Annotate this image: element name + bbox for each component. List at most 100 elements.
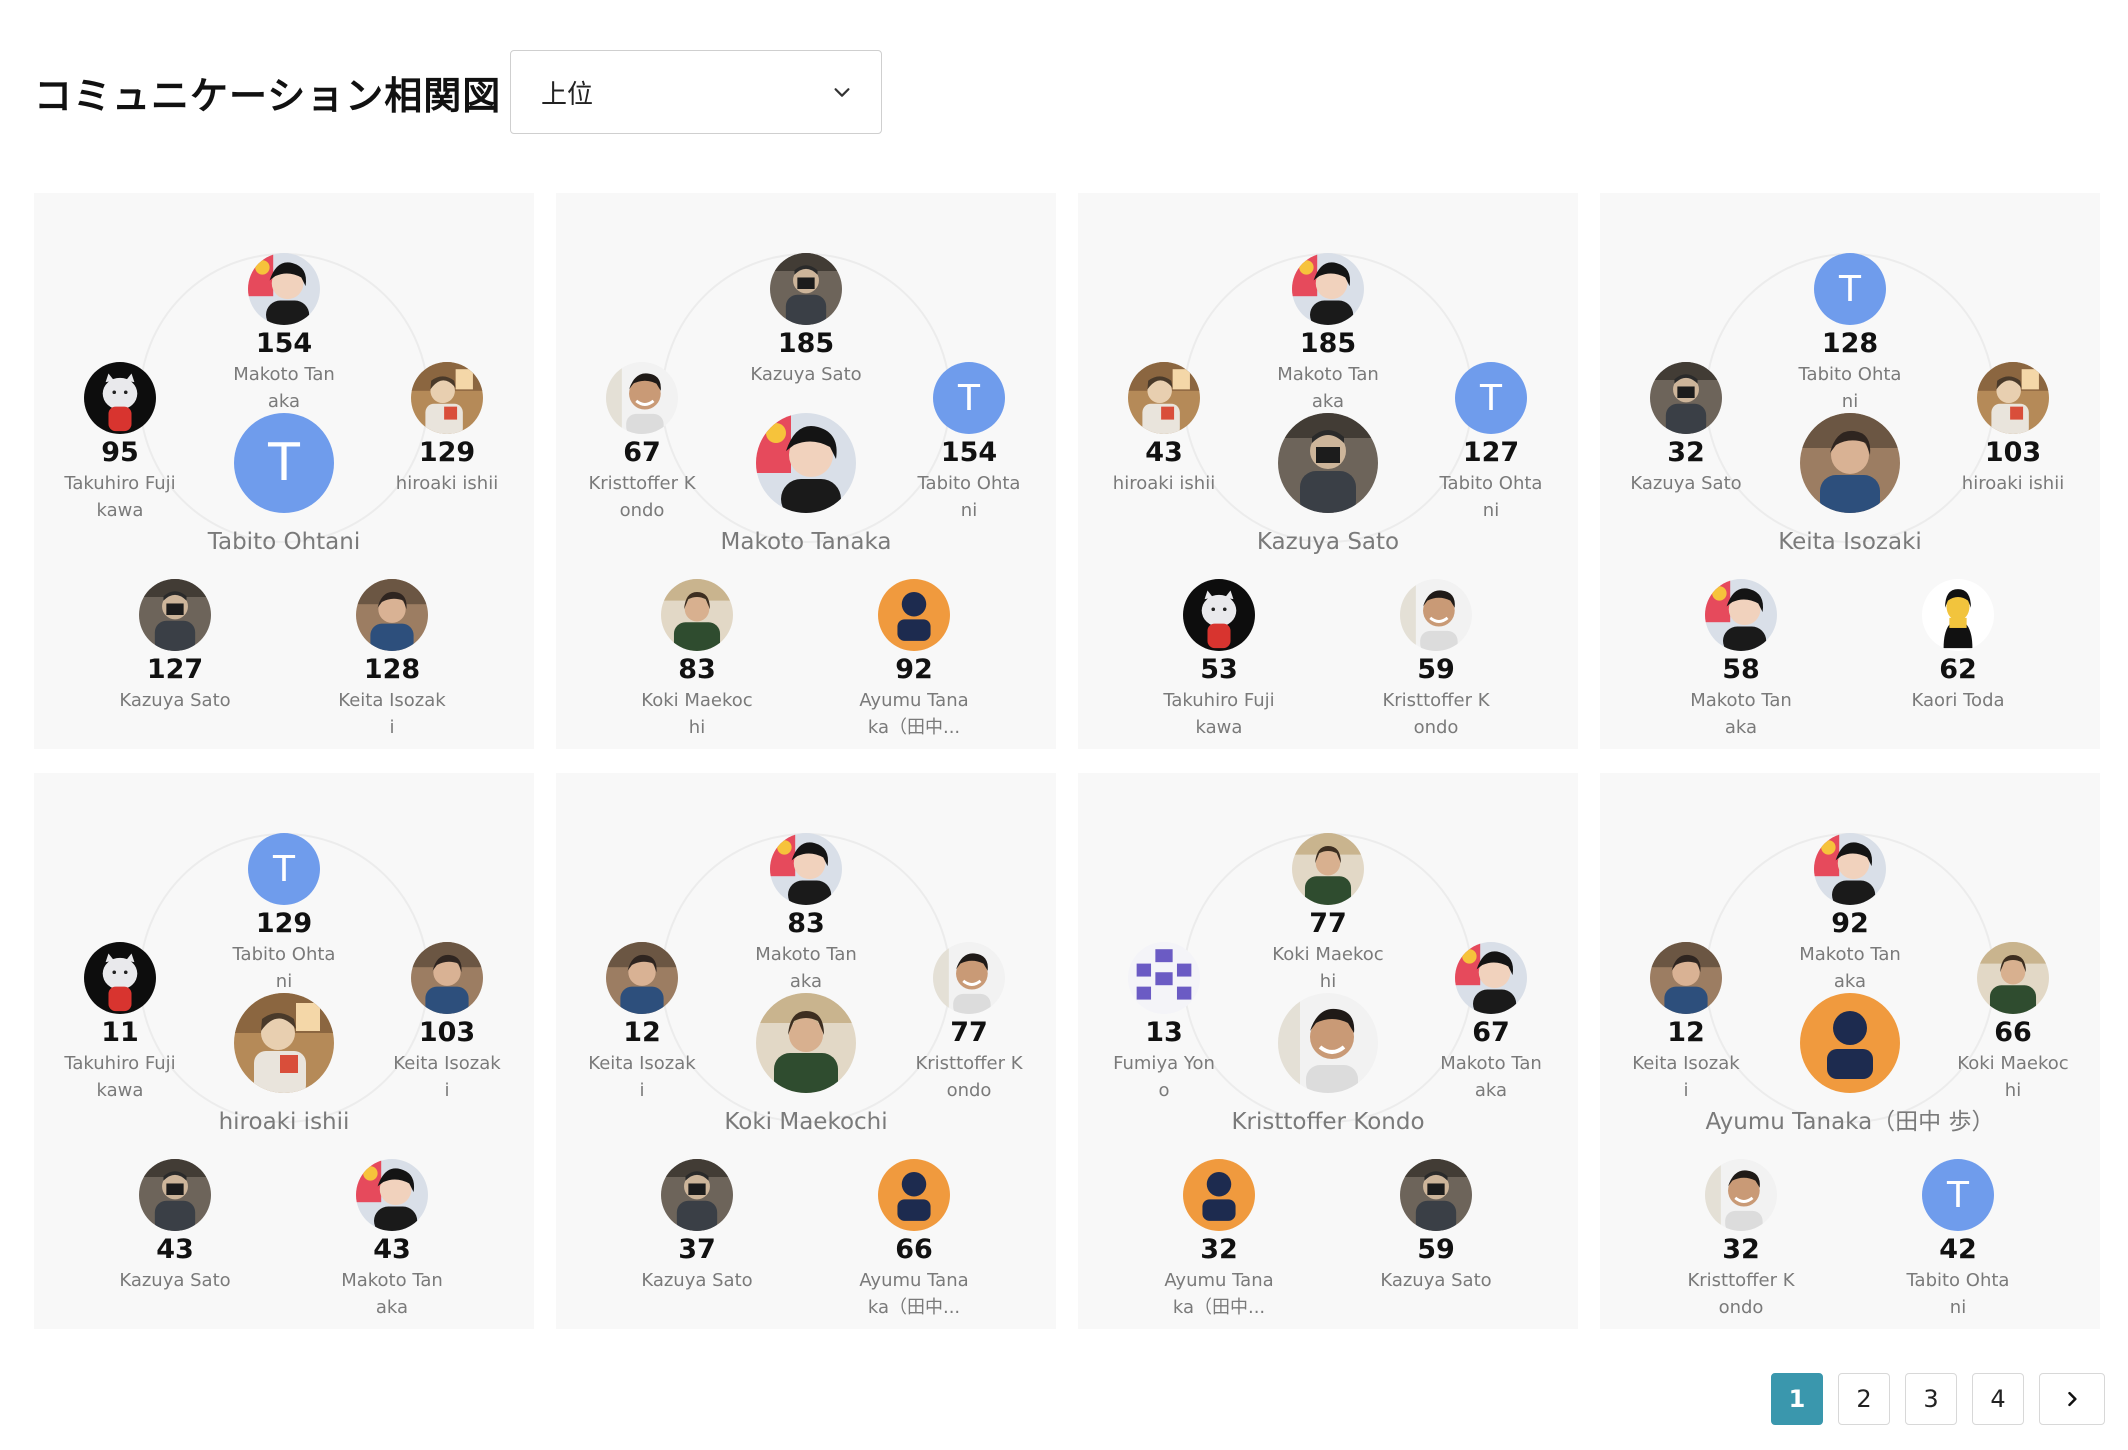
related-user-avatar[interactable]: T xyxy=(1455,362,1527,434)
correlation-card[interactable]: Koki Maekochi 83 Makoto Tanaka 77 Kristtoffe… xyxy=(556,773,1056,1329)
related-user-avatar[interactable] xyxy=(356,579,428,651)
related-user-node[interactable]: 127 Kazuya Sato xyxy=(115,579,235,714)
related-user-avatar[interactable] xyxy=(661,1159,733,1231)
related-user-node[interactable]: 43 Makoto Tanaka xyxy=(332,1159,452,1321)
page-button[interactable]: 3 xyxy=(1905,1373,1957,1425)
related-user-node[interactable]: 13 Fumiya Yono xyxy=(1104,942,1224,1104)
correlation-card[interactable]: Makoto Tanaka 185 Kazuya Sato T 154 Tabito Oh… xyxy=(556,193,1056,749)
related-user-avatar[interactable] xyxy=(1455,942,1527,1014)
related-user-avatar[interactable] xyxy=(411,942,483,1014)
related-user-avatar[interactable] xyxy=(1128,942,1200,1014)
center-avatar[interactable] xyxy=(234,993,334,1093)
correlation-card[interactable]: Keita Isozaki T 128 Tabito Ohtani 103 hiroaki… xyxy=(1600,193,2100,749)
related-user-node[interactable]: 32 Kristtoffer Kondo xyxy=(1681,1159,1801,1321)
correlation-card[interactable]: hiroaki ishii T 129 Tabito Ohtani 103 Keita I… xyxy=(34,773,534,1329)
related-user-avatar[interactable]: T xyxy=(1814,253,1886,325)
related-user-avatar[interactable] xyxy=(84,942,156,1014)
related-user-node[interactable]: T 154 Tabito Ohtani xyxy=(909,362,1029,524)
related-user-node[interactable]: T 42 Tabito Ohtani xyxy=(1898,1159,2018,1321)
related-user-avatar[interactable] xyxy=(1292,833,1364,905)
page-button[interactable]: 2 xyxy=(1838,1373,1890,1425)
related-user-node[interactable]: 66 Ayumu Tanaka（田中... xyxy=(854,1159,974,1321)
related-user-node[interactable]: 128 Keita Isozaki xyxy=(332,579,452,741)
related-user-node[interactable]: 103 hiroaki ishii xyxy=(1953,362,2073,497)
center-avatar[interactable] xyxy=(756,413,856,513)
rank-filter-select[interactable]: 上位 xyxy=(510,50,882,134)
related-user-avatar[interactable] xyxy=(411,362,483,434)
related-user-node[interactable]: 59 Kristtoffer Kondo xyxy=(1376,579,1496,741)
center-avatar[interactable] xyxy=(1278,993,1378,1093)
related-user-avatar[interactable] xyxy=(606,942,678,1014)
related-user-avatar[interactable] xyxy=(356,1159,428,1231)
related-user-avatar[interactable] xyxy=(1400,579,1472,651)
related-user-node[interactable]: 37 Kazuya Sato xyxy=(637,1159,757,1294)
related-user-avatar[interactable] xyxy=(1128,362,1200,434)
related-user-avatar[interactable] xyxy=(1814,833,1886,905)
related-user-avatar[interactable] xyxy=(248,253,320,325)
related-user-avatar[interactable] xyxy=(770,833,842,905)
related-user-node[interactable]: 67 Kristtoffer Kondo xyxy=(582,362,702,524)
related-user-avatar[interactable] xyxy=(1650,362,1722,434)
related-user-avatar[interactable] xyxy=(84,362,156,434)
next-page-button[interactable] xyxy=(2039,1373,2105,1425)
related-user-avatar[interactable] xyxy=(139,579,211,651)
related-user-node[interactable]: 77 Koki Maekochi xyxy=(1268,833,1388,995)
related-user-node[interactable]: 53 Takuhiro Fujikawa xyxy=(1159,579,1279,741)
related-user-node[interactable]: 83 Koki Maekochi xyxy=(637,579,757,741)
related-user-node[interactable]: T 127 Tabito Ohtani xyxy=(1431,362,1551,524)
related-user-avatar[interactable]: T xyxy=(933,362,1005,434)
related-user-node[interactable]: 59 Kazuya Sato xyxy=(1376,1159,1496,1294)
related-user-node[interactable]: 103 Keita Isozaki xyxy=(387,942,507,1104)
correlation-card[interactable]: Kazuya Sato 185 Makoto Tanaka T 127 Tabito Oh… xyxy=(1078,193,1578,749)
related-user-node[interactable]: 11 Takuhiro Fujikawa xyxy=(60,942,180,1104)
related-user-node[interactable]: 43 hiroaki ishii xyxy=(1104,362,1224,497)
related-user-avatar[interactable] xyxy=(139,1159,211,1231)
related-user-node[interactable]: 32 Kazuya Sato xyxy=(1626,362,1746,497)
center-avatar[interactable] xyxy=(1800,413,1900,513)
related-user-avatar[interactable] xyxy=(1705,579,1777,651)
related-user-avatar[interactable] xyxy=(1183,1159,1255,1231)
related-user-node[interactable]: 43 Kazuya Sato xyxy=(115,1159,235,1294)
related-user-avatar[interactable] xyxy=(1292,253,1364,325)
related-user-avatar[interactable] xyxy=(606,362,678,434)
correlation-card[interactable]: T Tabito Ohtani 154 Makoto Tanaka 129 hiroaki… xyxy=(34,193,534,749)
related-user-avatar[interactable] xyxy=(661,579,733,651)
page-button[interactable]: 1 xyxy=(1771,1373,1823,1425)
related-user-avatar[interactable] xyxy=(878,1159,950,1231)
related-user-avatar[interactable]: T xyxy=(1922,1159,1994,1231)
correlation-card[interactable]: Ayumu Tanaka（田中 歩） 92 Makoto Tanaka 66 Koki … xyxy=(1600,773,2100,1329)
center-avatar[interactable] xyxy=(1800,993,1900,1093)
related-user-avatar[interactable] xyxy=(1977,362,2049,434)
related-user-node[interactable]: 77 Kristtoffer Kondo xyxy=(909,942,1029,1104)
related-user-node[interactable]: 58 Makoto Tanaka xyxy=(1681,579,1801,741)
related-user-node[interactable]: 32 Ayumu Tanaka（田中... xyxy=(1159,1159,1279,1321)
related-user-node[interactable]: T 129 Tabito Ohtani xyxy=(224,833,344,995)
related-user-node[interactable]: 129 hiroaki ishii xyxy=(387,362,507,497)
related-user-avatar[interactable] xyxy=(1922,579,1994,651)
related-user-node[interactable]: 95 Takuhiro Fujikawa xyxy=(60,362,180,524)
correlation-card[interactable]: Kristtoffer Kondo 77 Koki Maekochi 67 Makoto… xyxy=(1078,773,1578,1329)
related-user-avatar[interactable] xyxy=(1400,1159,1472,1231)
related-user-node[interactable]: 92 Ayumu Tanaka（田中... xyxy=(854,579,974,741)
related-user-node[interactable]: T 128 Tabito Ohtani xyxy=(1790,253,1910,415)
related-user-node[interactable]: 67 Makoto Tanaka xyxy=(1431,942,1551,1104)
related-user-avatar[interactable]: T xyxy=(248,833,320,905)
related-user-node[interactable]: 154 Makoto Tanaka xyxy=(224,253,344,415)
related-user-node[interactable]: 62 Kaori Toda xyxy=(1898,579,2018,714)
related-user-node[interactable]: 12 Keita Isozaki xyxy=(1626,942,1746,1104)
center-avatar[interactable]: T xyxy=(234,413,334,513)
related-user-node[interactable]: 92 Makoto Tanaka xyxy=(1790,833,1910,995)
related-user-avatar[interactable] xyxy=(933,942,1005,1014)
related-user-avatar[interactable] xyxy=(770,253,842,325)
related-user-avatar[interactable] xyxy=(1183,579,1255,651)
related-user-node[interactable]: 12 Keita Isozaki xyxy=(582,942,702,1104)
related-user-avatar[interactable] xyxy=(1650,942,1722,1014)
center-avatar[interactable] xyxy=(756,993,856,1093)
related-user-node[interactable]: 83 Makoto Tanaka xyxy=(746,833,866,995)
related-user-avatar[interactable] xyxy=(1705,1159,1777,1231)
center-avatar[interactable] xyxy=(1278,413,1378,513)
related-user-node[interactable]: 185 Kazuya Sato xyxy=(746,253,866,388)
related-user-avatar[interactable] xyxy=(878,579,950,651)
related-user-avatar[interactable] xyxy=(1977,942,2049,1014)
page-button[interactable]: 4 xyxy=(1972,1373,2024,1425)
